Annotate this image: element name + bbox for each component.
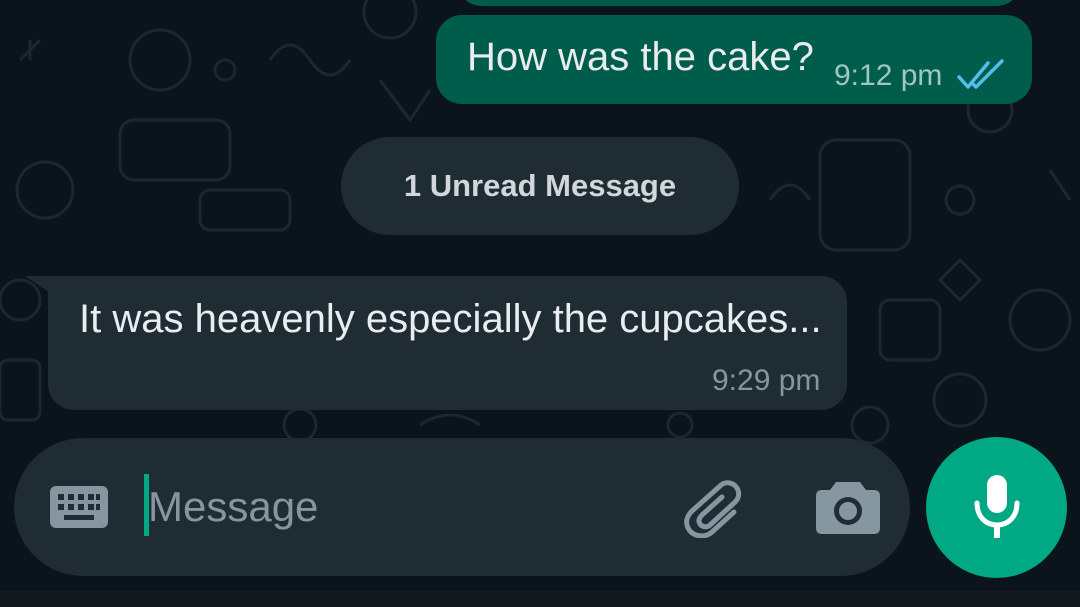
unread-messages-divider: 1 Unread Message — [341, 137, 739, 235]
unread-messages-label: 1 Unread Message — [403, 168, 677, 203]
previous-outgoing-bubble — [456, 0, 1022, 6]
incoming-message-bubble[interactable]: It was heavenly especially the cupcakes.… — [48, 276, 847, 410]
camera-icon[interactable] — [816, 478, 880, 534]
incoming-message-text: It was heavenly especially the cupcakes.… — [79, 297, 822, 341]
message-composer — [14, 438, 910, 576]
bottom-edge — [0, 590, 1080, 607]
double-check-read-icon — [957, 59, 1004, 89]
voice-message-button[interactable] — [926, 437, 1067, 578]
outgoing-message-time: 9:12 pm — [834, 59, 943, 92]
microphone-icon — [974, 475, 1020, 538]
outgoing-message-bubble[interactable]: How was the cake? 9:12 pm — [436, 15, 1032, 104]
outgoing-message-text: How was the cake? — [467, 35, 814, 79]
keyboard-icon[interactable] — [50, 486, 108, 528]
incoming-message-time: 9:29 pm — [712, 364, 821, 397]
message-input[interactable] — [148, 476, 628, 538]
paperclip-icon[interactable] — [682, 478, 748, 538]
